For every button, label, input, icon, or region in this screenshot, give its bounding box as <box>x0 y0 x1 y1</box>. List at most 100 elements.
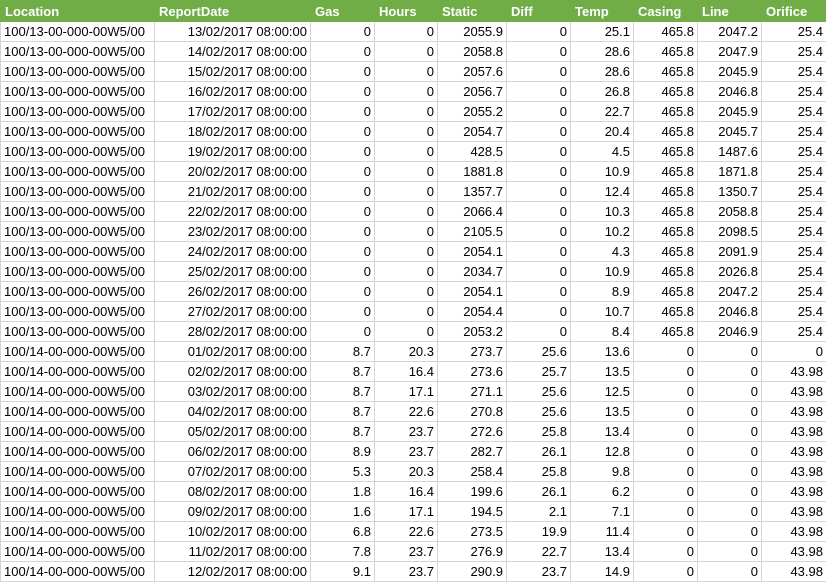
cell-diff[interactable]: 25.7 <box>507 362 571 382</box>
cell-casing[interactable]: 465.8 <box>634 322 698 342</box>
cell-location[interactable]: 100/14-00-000-00W5/00 <box>1 382 155 402</box>
cell-location[interactable]: 100/14-00-000-00W5/00 <box>1 562 155 582</box>
cell-static[interactable]: 282.7 <box>438 442 507 462</box>
cell-line[interactable]: 2046.8 <box>698 302 762 322</box>
cell-hours[interactable]: 0 <box>375 322 438 342</box>
cell-casing[interactable]: 0 <box>634 402 698 422</box>
cell-static[interactable]: 428.5 <box>438 142 507 162</box>
cell-line[interactable]: 2047.9 <box>698 42 762 62</box>
cell-temp[interactable]: 25.1 <box>571 22 634 42</box>
cell-gas[interactable]: 0 <box>311 322 375 342</box>
cell-orifice[interactable]: 25.4 <box>762 302 826 322</box>
cell-diff[interactable]: 0 <box>507 202 571 222</box>
cell-gas[interactable]: 8.7 <box>311 362 375 382</box>
cell-hours[interactable]: 20.3 <box>375 462 438 482</box>
column-header-gas[interactable]: Gas <box>311 1 375 22</box>
cell-hours[interactable]: 0 <box>375 102 438 122</box>
column-header-reportdate[interactable]: ReportDate <box>155 1 311 22</box>
cell-hours[interactable]: 0 <box>375 222 438 242</box>
cell-casing[interactable]: 465.8 <box>634 202 698 222</box>
cell-diff[interactable]: 25.6 <box>507 402 571 422</box>
cell-temp[interactable]: 13.6 <box>571 342 634 362</box>
cell-casing[interactable]: 0 <box>634 462 698 482</box>
cell-diff[interactable]: 25.8 <box>507 462 571 482</box>
cell-location[interactable]: 100/13-00-000-00W5/00 <box>1 142 155 162</box>
cell-diff[interactable]: 0 <box>507 322 571 342</box>
cell-diff[interactable]: 26.1 <box>507 442 571 462</box>
cell-temp[interactable]: 14.9 <box>571 562 634 582</box>
cell-orifice[interactable]: 25.4 <box>762 322 826 342</box>
cell-static[interactable]: 2058.8 <box>438 42 507 62</box>
cell-reportdate[interactable]: 17/02/2017 08:00:00 <box>155 102 311 122</box>
cell-temp[interactable]: 10.9 <box>571 162 634 182</box>
cell-hours[interactable]: 0 <box>375 242 438 262</box>
cell-location[interactable]: 100/14-00-000-00W5/00 <box>1 402 155 422</box>
cell-casing[interactable]: 465.8 <box>634 82 698 102</box>
cell-location[interactable]: 100/13-00-000-00W5/00 <box>1 42 155 62</box>
cell-gas[interactable]: 1.6 <box>311 502 375 522</box>
cell-line[interactable]: 2098.5 <box>698 222 762 242</box>
cell-diff[interactable]: 0 <box>507 182 571 202</box>
cell-gas[interactable]: 0 <box>311 222 375 242</box>
cell-orifice[interactable]: 43.98 <box>762 462 826 482</box>
cell-diff[interactable]: 0 <box>507 82 571 102</box>
cell-casing[interactable]: 0 <box>634 542 698 562</box>
cell-reportdate[interactable]: 11/02/2017 08:00:00 <box>155 542 311 562</box>
cell-diff[interactable]: 0 <box>507 242 571 262</box>
cell-orifice[interactable]: 25.4 <box>762 182 826 202</box>
cell-static[interactable]: 2054.7 <box>438 122 507 142</box>
cell-diff[interactable]: 25.6 <box>507 382 571 402</box>
cell-orifice[interactable]: 25.4 <box>762 222 826 242</box>
cell-orifice[interactable]: 25.4 <box>762 262 826 282</box>
cell-temp[interactable]: 10.2 <box>571 222 634 242</box>
cell-reportdate[interactable]: 09/02/2017 08:00:00 <box>155 502 311 522</box>
cell-static[interactable]: 2054.1 <box>438 282 507 302</box>
cell-temp[interactable]: 10.7 <box>571 302 634 322</box>
cell-location[interactable]: 100/14-00-000-00W5/00 <box>1 542 155 562</box>
cell-static[interactable]: 2055.2 <box>438 102 507 122</box>
cell-casing[interactable]: 465.8 <box>634 242 698 262</box>
cell-reportdate[interactable]: 15/02/2017 08:00:00 <box>155 62 311 82</box>
cell-temp[interactable]: 4.3 <box>571 242 634 262</box>
cell-casing[interactable]: 0 <box>634 422 698 442</box>
cell-gas[interactable]: 8.7 <box>311 422 375 442</box>
cell-gas[interactable]: 6.8 <box>311 522 375 542</box>
cell-location[interactable]: 100/13-00-000-00W5/00 <box>1 182 155 202</box>
cell-gas[interactable]: 8.7 <box>311 342 375 362</box>
cell-diff[interactable]: 0 <box>507 122 571 142</box>
cell-orifice[interactable]: 43.98 <box>762 562 826 582</box>
cell-line[interactable]: 0 <box>698 562 762 582</box>
cell-hours[interactable]: 0 <box>375 262 438 282</box>
cell-diff[interactable]: 0 <box>507 162 571 182</box>
cell-gas[interactable]: 0 <box>311 42 375 62</box>
cell-reportdate[interactable]: 25/02/2017 08:00:00 <box>155 262 311 282</box>
cell-hours[interactable]: 0 <box>375 142 438 162</box>
cell-casing[interactable]: 0 <box>634 502 698 522</box>
cell-line[interactable]: 0 <box>698 342 762 362</box>
cell-hours[interactable]: 0 <box>375 82 438 102</box>
cell-orifice[interactable]: 43.98 <box>762 542 826 562</box>
cell-line[interactable]: 1871.8 <box>698 162 762 182</box>
cell-hours[interactable]: 0 <box>375 282 438 302</box>
cell-line[interactable]: 2058.8 <box>698 202 762 222</box>
cell-casing[interactable]: 465.8 <box>634 222 698 242</box>
cell-static[interactable]: 272.6 <box>438 422 507 442</box>
cell-temp[interactable]: 28.6 <box>571 42 634 62</box>
cell-location[interactable]: 100/14-00-000-00W5/00 <box>1 462 155 482</box>
cell-line[interactable]: 2045.7 <box>698 122 762 142</box>
cell-diff[interactable]: 0 <box>507 222 571 242</box>
cell-temp[interactable]: 12.4 <box>571 182 634 202</box>
cell-temp[interactable]: 12.5 <box>571 382 634 402</box>
cell-diff[interactable]: 25.6 <box>507 342 571 362</box>
cell-reportdate[interactable]: 28/02/2017 08:00:00 <box>155 322 311 342</box>
cell-reportdate[interactable]: 06/02/2017 08:00:00 <box>155 442 311 462</box>
cell-reportdate[interactable]: 14/02/2017 08:00:00 <box>155 42 311 62</box>
cell-location[interactable]: 100/13-00-000-00W5/00 <box>1 102 155 122</box>
cell-hours[interactable]: 23.7 <box>375 542 438 562</box>
cell-temp[interactable]: 28.6 <box>571 62 634 82</box>
cell-reportdate[interactable]: 13/02/2017 08:00:00 <box>155 22 311 42</box>
cell-temp[interactable]: 10.9 <box>571 262 634 282</box>
cell-location[interactable]: 100/13-00-000-00W5/00 <box>1 222 155 242</box>
cell-reportdate[interactable]: 24/02/2017 08:00:00 <box>155 242 311 262</box>
cell-gas[interactable]: 9.1 <box>311 562 375 582</box>
